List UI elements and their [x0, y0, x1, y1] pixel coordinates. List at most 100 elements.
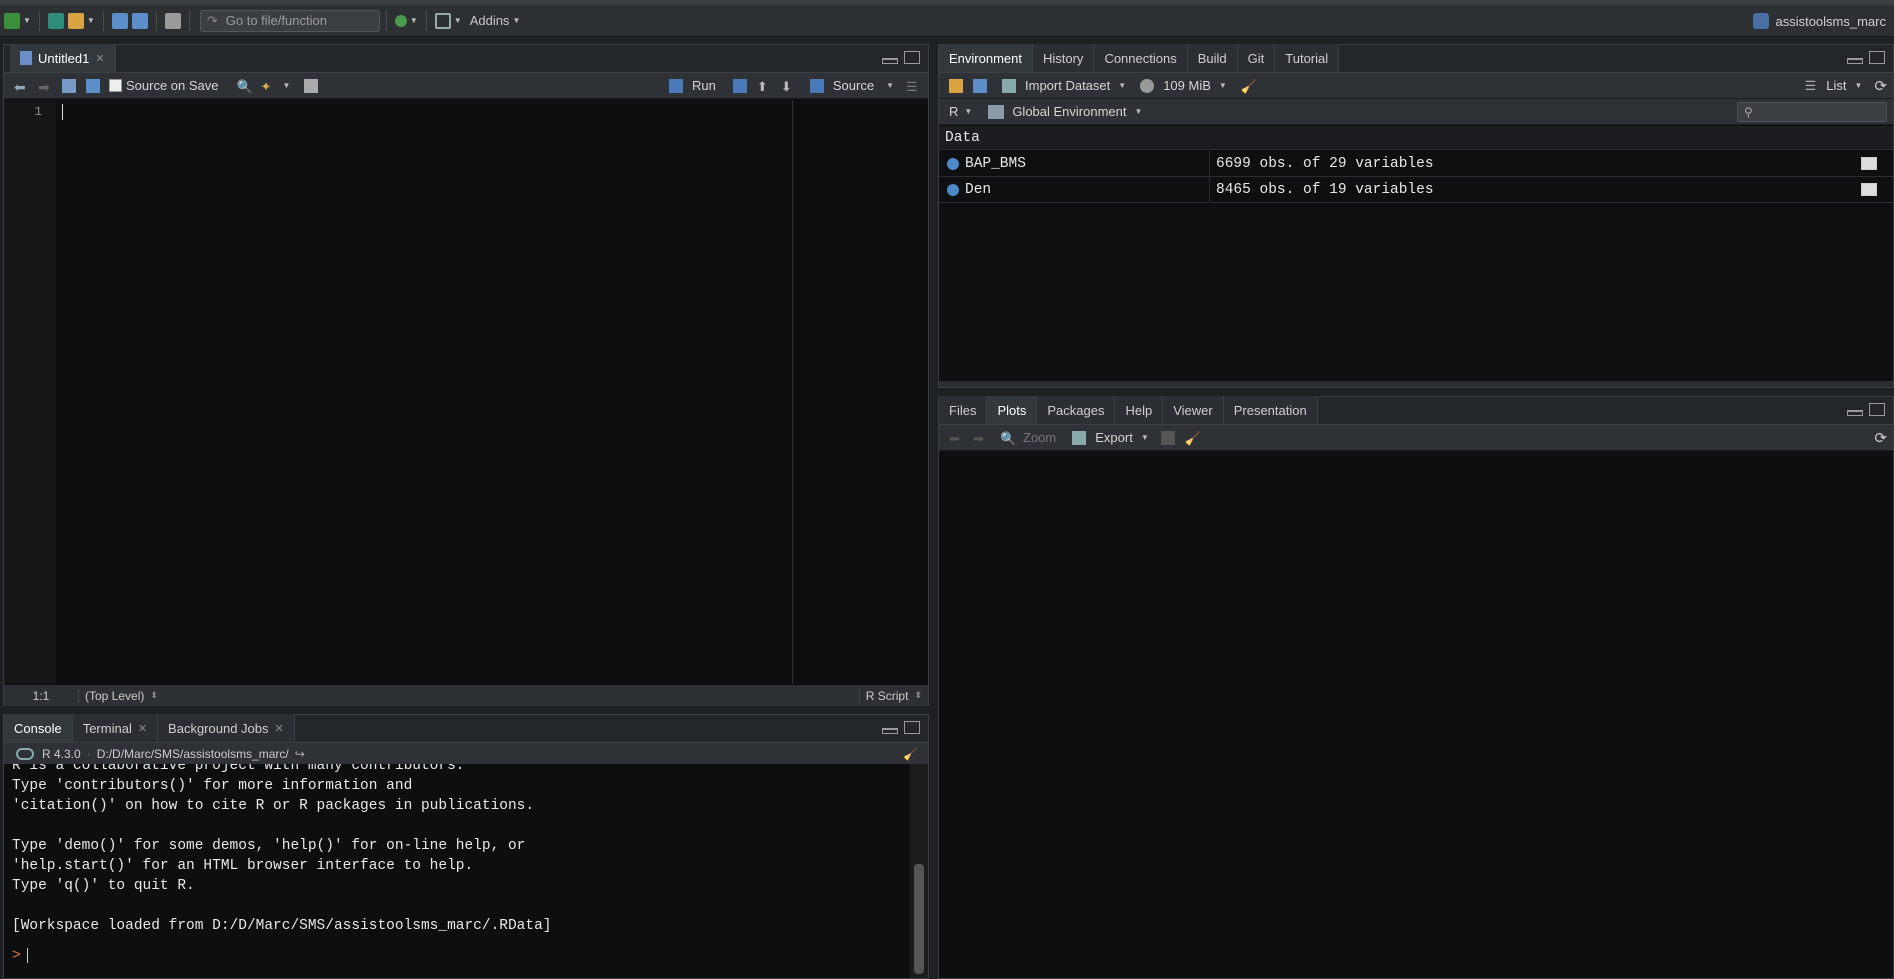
save-icon[interactable] — [86, 78, 100, 93]
broom-icon[interactable]: 🧹 — [1185, 431, 1201, 446]
margin-line — [792, 100, 793, 684]
cursor-position: 1:1 — [32, 688, 50, 703]
magic-wand-icon[interactable]: ✦ — [261, 79, 275, 94]
tab-untitled1[interactable]: Untitled1 ✕ — [10, 44, 116, 72]
source-pane: Untitled1 ✕ ⬅ ➡ Source on Save 🔍 ✦ ▼ Run… — [3, 44, 929, 706]
tab-console[interactable]: Console — [4, 714, 73, 742]
list-view-button[interactable]: List — [1826, 78, 1846, 93]
chevron-down-icon[interactable]: ▼ — [886, 81, 894, 90]
environment-row[interactable]: Den 8465 obs. of 19 variables — [939, 176, 1893, 203]
prompt-symbol: > — [12, 948, 21, 964]
chevron-down-icon: ▼ — [512, 16, 521, 25]
console-prompt[interactable]: > — [12, 946, 902, 966]
show-in-window-icon[interactable] — [62, 78, 76, 93]
forward-arrow-icon[interactable]: ➡ — [38, 79, 52, 95]
rerun-icon[interactable] — [732, 78, 747, 93]
go-to-directory-icon[interactable]: ↪ — [295, 747, 305, 761]
minimize-icon[interactable] — [882, 58, 898, 64]
expand-icon[interactable] — [947, 183, 959, 196]
tab-files[interactable]: Files — [939, 396, 988, 424]
new-file-button[interactable]: ▼ — [4, 9, 31, 33]
chevron-down-icon[interactable]: ▼ — [1118, 81, 1126, 90]
compile-report-icon[interactable] — [304, 78, 319, 93]
view-table-icon[interactable] — [1861, 183, 1877, 196]
tab-terminal[interactable]: Terminal ✕ — [72, 714, 159, 742]
import-dataset-button[interactable]: Import Dataset — [1025, 78, 1110, 93]
language-selector[interactable]: R ▼ — [949, 104, 972, 119]
tab-presentation[interactable]: Presentation — [1223, 396, 1318, 424]
save-button[interactable] — [111, 9, 128, 33]
addins-button[interactable]: Addins ▼ — [470, 9, 521, 33]
tab-packages[interactable]: Packages — [1037, 396, 1116, 424]
close-icon[interactable]: ✕ — [95, 52, 104, 65]
back-arrow-icon[interactable]: ⬅ — [949, 431, 963, 446]
clear-console-icon[interactable]: 🧹 — [903, 747, 918, 761]
source-on-save-checkbox[interactable] — [109, 79, 122, 92]
minimize-icon[interactable] — [1847, 58, 1863, 64]
pane-layout-button[interactable]: ▼ — [434, 9, 462, 33]
save-all-button[interactable] — [131, 9, 148, 33]
tab-build[interactable]: Build — [1187, 44, 1238, 72]
maximize-icon[interactable] — [1869, 51, 1885, 64]
chevron-down-icon[interactable]: ▼ — [1855, 81, 1863, 90]
chevron-down-icon[interactable]: ▼ — [283, 81, 291, 90]
close-icon[interactable]: ✕ — [275, 722, 284, 735]
back-arrow-icon[interactable]: ⬅ — [14, 79, 28, 95]
outline-icon[interactable]: ☰ — [906, 79, 920, 94]
zoom-button[interactable]: Zoom — [1023, 430, 1056, 445]
tab-history[interactable]: History — [1032, 44, 1095, 72]
main-toolbar: ▼ ▼ ↷ Go to file/function ▼ ▼ Addins ▼ — [0, 5, 1894, 37]
source-button[interactable]: Source — [833, 78, 874, 93]
search-icon[interactable]: 🔍 — [237, 79, 253, 94]
tab-help[interactable]: Help — [1115, 396, 1164, 424]
goto-file-input[interactable]: ↷ Go to file/function — [199, 9, 380, 32]
minimize-icon[interactable] — [882, 728, 898, 734]
run-button[interactable]: Run — [692, 78, 716, 93]
maximize-icon[interactable] — [1869, 403, 1885, 416]
down-arrow-icon[interactable]: ⬇ — [781, 79, 795, 94]
tab-background-jobs[interactable]: Background Jobs ✕ — [158, 714, 295, 742]
open-file-button[interactable]: ▼ — [67, 9, 95, 33]
scope-selector[interactable]: Global Environment ▼ — [988, 104, 1142, 119]
tab-git[interactable]: Git — [1237, 44, 1276, 72]
maximize-icon[interactable] — [904, 721, 920, 734]
project-menu[interactable]: assistoolsms_marc — [1753, 5, 1886, 37]
memory-usage[interactable]: 109 MiB — [1163, 78, 1211, 93]
editor-area[interactable]: 1 — [4, 100, 928, 684]
environment-icon — [988, 104, 1005, 119]
minimize-icon[interactable] — [1847, 410, 1863, 416]
scrollbar-thumb[interactable] — [914, 864, 924, 974]
save-icon[interactable] — [973, 78, 987, 93]
tab-connections[interactable]: Connections — [1094, 44, 1188, 72]
new-project-button[interactable] — [47, 9, 64, 33]
environment-splitter[interactable] — [939, 381, 1893, 387]
load-workspace-icon[interactable] — [949, 78, 963, 93]
refresh-icon[interactable]: ⟳ — [1874, 77, 1887, 95]
tab-tutorial[interactable]: Tutorial — [1275, 44, 1340, 72]
print-button[interactable] — [164, 9, 181, 33]
console-scrollbar[interactable] — [910, 764, 928, 978]
console-output[interactable]: R is a collaborative project with many c… — [4, 764, 910, 978]
tab-plots[interactable]: Plots — [987, 396, 1038, 424]
remove-plot-icon[interactable] — [1160, 430, 1175, 445]
file-type-selector[interactable]: R Script ⬍ — [858, 688, 928, 703]
export-button[interactable]: Export — [1095, 430, 1133, 445]
chevron-down-icon[interactable]: ▼ — [1219, 81, 1227, 90]
up-arrow-icon[interactable]: ⬆ — [757, 79, 771, 94]
chevron-down-icon[interactable]: ▼ — [1141, 433, 1149, 442]
refresh-icon[interactable]: ⟳ — [1874, 429, 1887, 447]
tab-viewer[interactable]: Viewer — [1163, 396, 1224, 424]
variable-value: 6699 obs. of 29 variables — [1216, 155, 1434, 172]
maximize-icon[interactable] — [904, 51, 920, 64]
environment-search-input[interactable]: ⚲ — [1737, 101, 1887, 122]
tab-environment[interactable]: Environment — [939, 44, 1033, 72]
tab-label: Files — [949, 402, 977, 418]
broom-icon[interactable]: 🧹 — [1241, 79, 1257, 94]
view-table-icon[interactable] — [1861, 157, 1877, 170]
close-icon[interactable]: ✕ — [138, 722, 147, 735]
environment-row[interactable]: BAP_BMS 6699 obs. of 29 variables — [939, 150, 1893, 177]
forward-arrow-icon[interactable]: ➡ — [973, 431, 987, 446]
scope-selector[interactable]: (Top Level) ⬍ — [78, 688, 158, 703]
vcs-button[interactable]: ▼ — [394, 9, 418, 33]
expand-icon[interactable] — [947, 157, 959, 170]
